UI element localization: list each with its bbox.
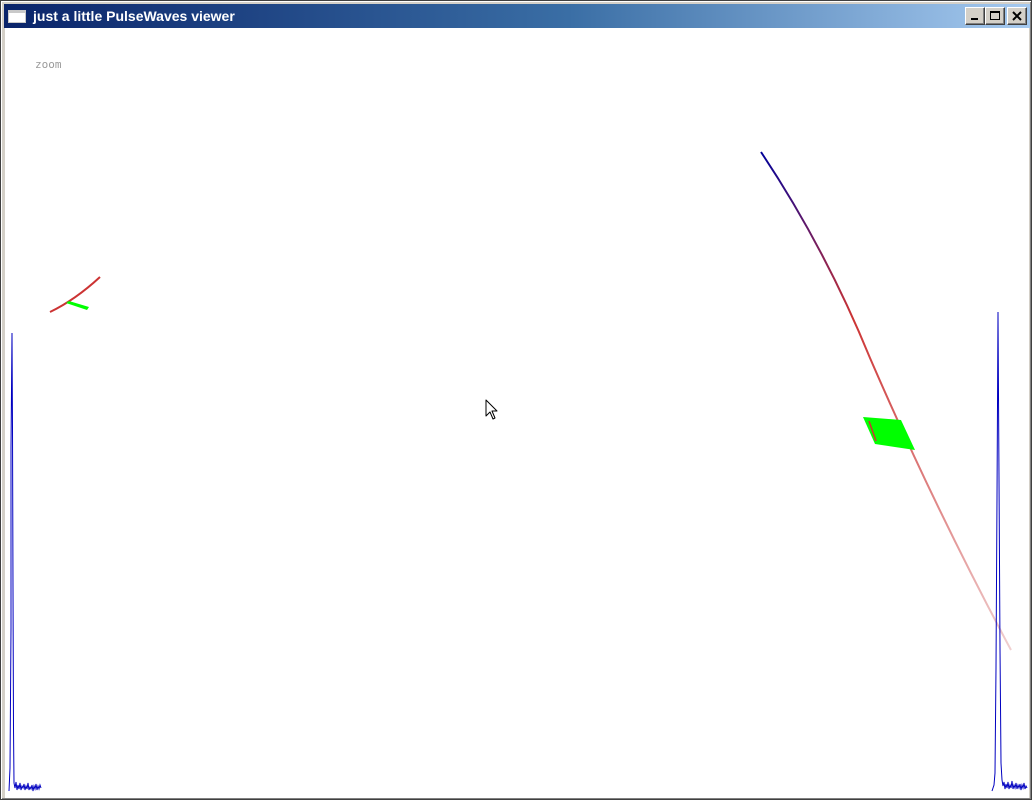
right-pulse-trajectory	[760, 151, 1012, 651]
left-pulse-trajectory	[49, 276, 101, 313]
title-bar[interactable]: just a little PulseWaves viewer	[4, 4, 1030, 28]
left-waveform	[8, 332, 42, 792]
right-waveform	[991, 311, 1028, 792]
close-icon	[1012, 11, 1022, 21]
right-sample-cluster	[863, 417, 915, 450]
mouse-cursor-icon	[485, 399, 498, 420]
maximize-icon	[990, 11, 1000, 20]
left-sample-cluster	[66, 301, 89, 310]
window-icon[interactable]	[8, 9, 26, 23]
close-button[interactable]	[1007, 7, 1027, 25]
app-window: just a little PulseWaves viewer zoom	[0, 0, 1032, 800]
minimize-button[interactable]	[965, 7, 985, 25]
minimize-icon	[971, 18, 978, 20]
maximize-button[interactable]	[985, 7, 1005, 25]
window-title: just a little PulseWaves viewer	[33, 8, 235, 24]
waveform-scene[interactable]	[5, 28, 1029, 798]
viewer-canvas[interactable]: zoom	[5, 28, 1029, 798]
window-controls	[965, 7, 1027, 25]
